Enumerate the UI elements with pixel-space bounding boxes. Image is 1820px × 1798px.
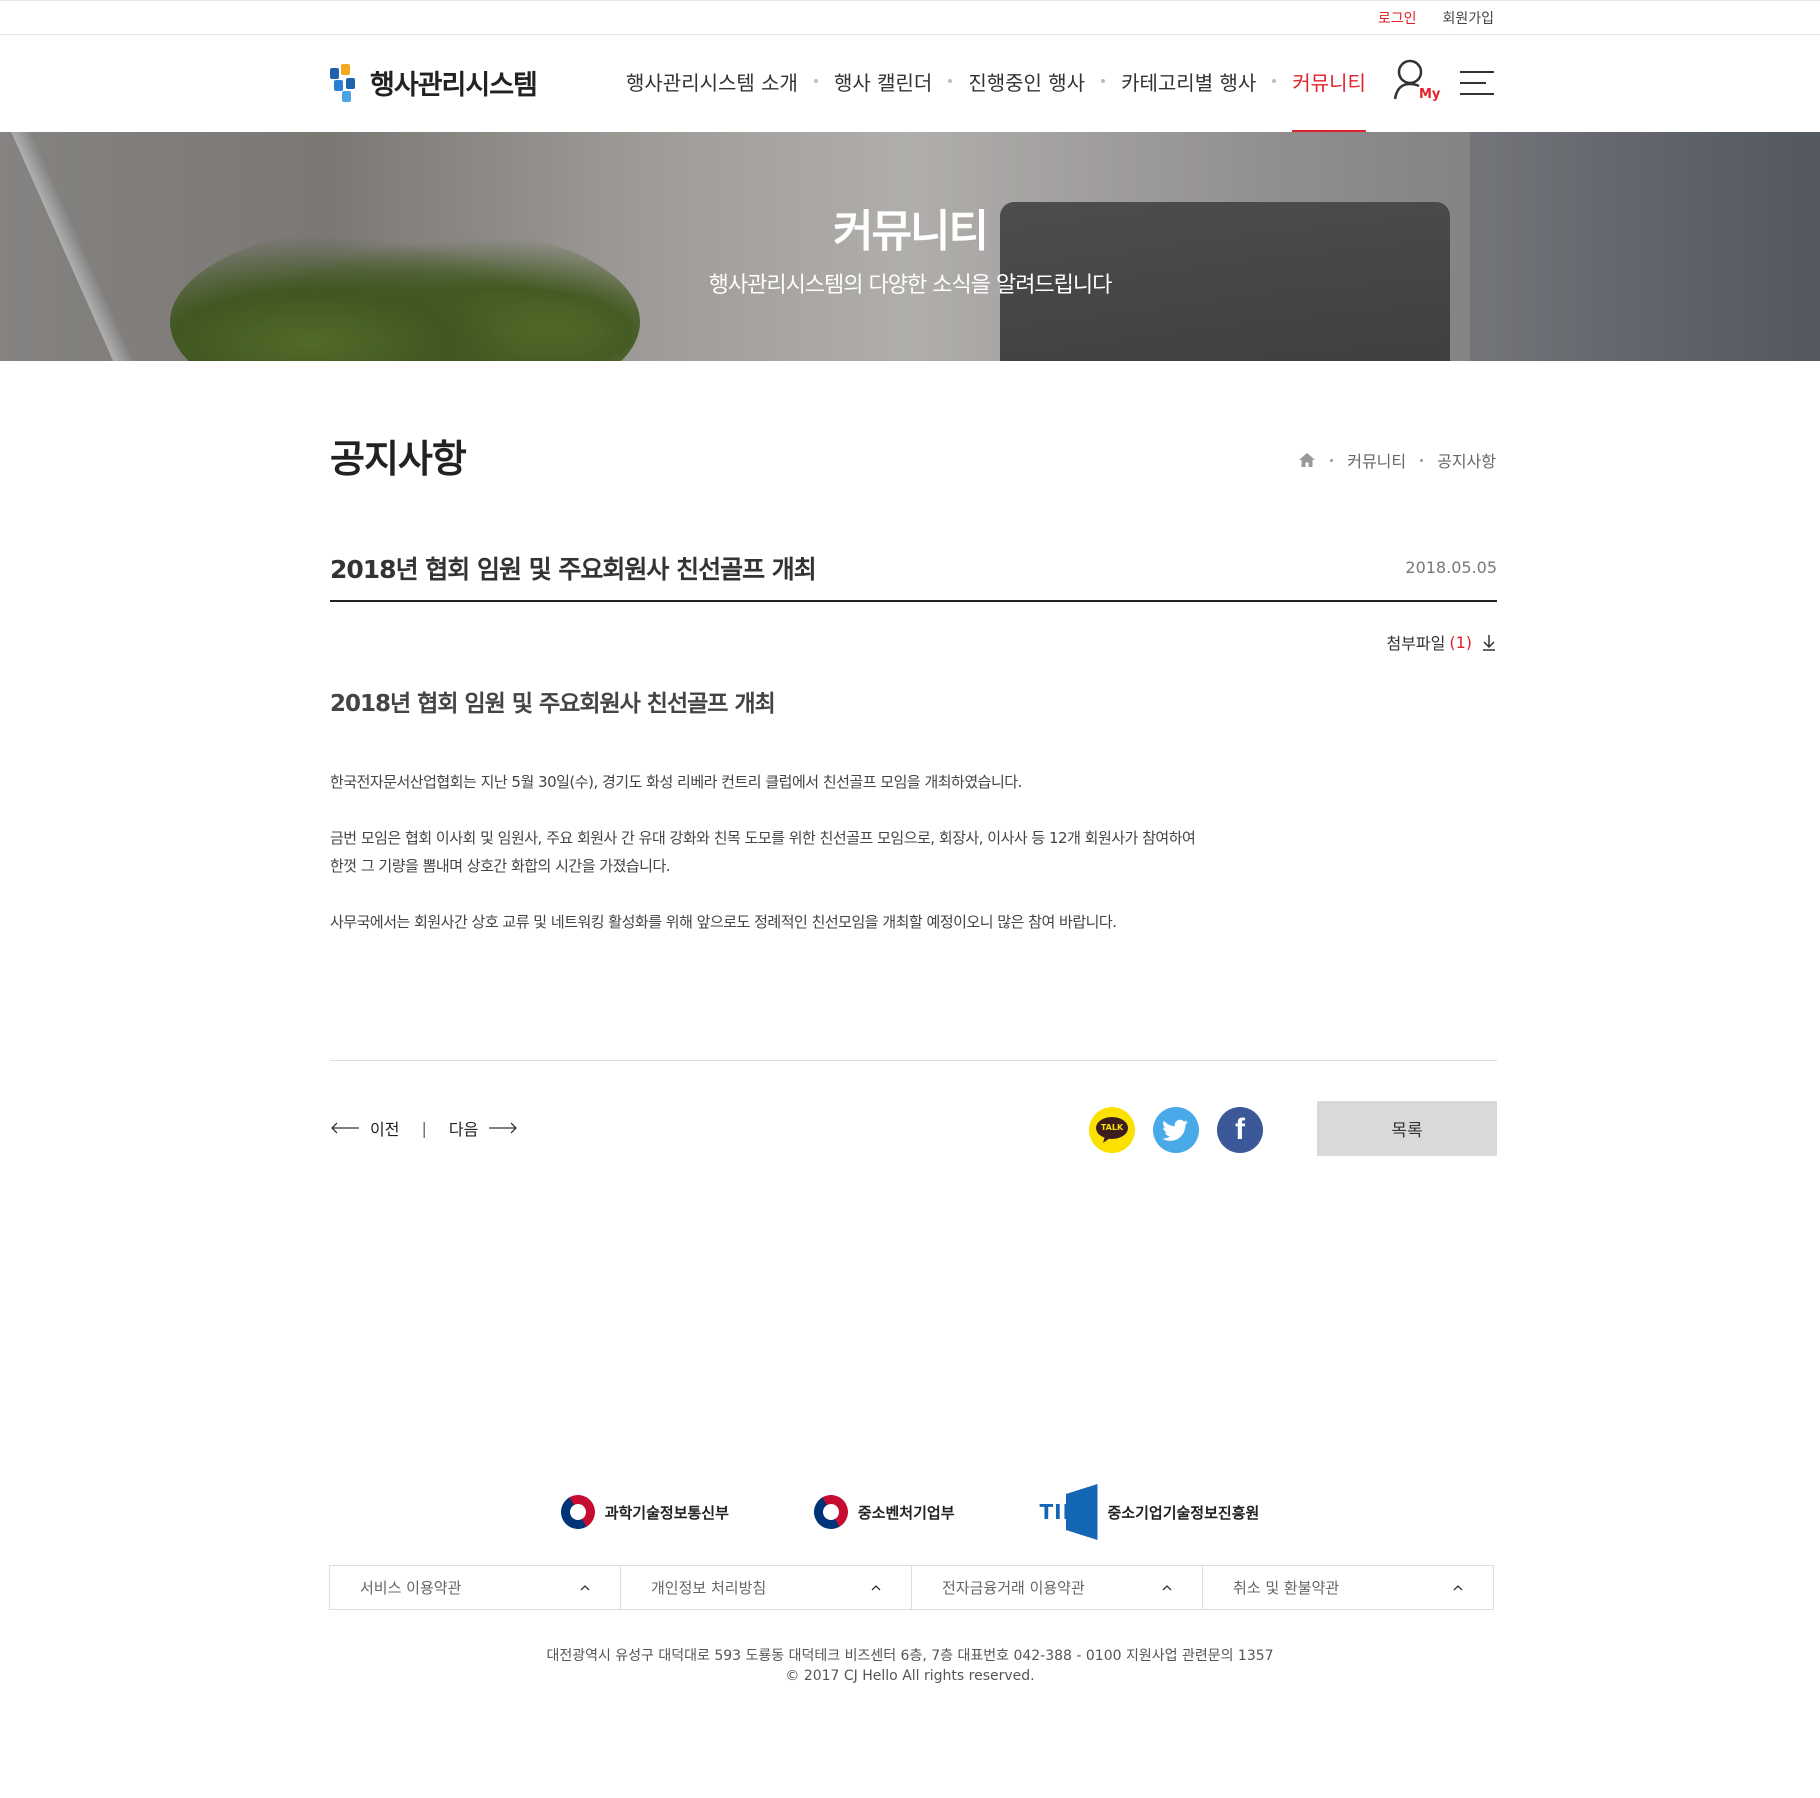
top-utility-bar: 로그인 회원가입 bbox=[0, 0, 1820, 35]
nav-separator bbox=[813, 79, 818, 83]
breadcrumb-item-notice[interactable]: 공지사항 bbox=[1437, 448, 1496, 472]
attachment-label: 첨부파일 bbox=[1386, 634, 1446, 653]
footer-address: 대전광역시 유성구 대덕대로 593 도룡동 대덕테크 비즈센터 6층, 7층 … bbox=[546, 1648, 1274, 1664]
breadcrumb-item-community[interactable]: 커뮤니티 bbox=[1347, 448, 1406, 472]
nav-separator bbox=[948, 79, 953, 83]
nav-separator bbox=[1101, 79, 1106, 83]
terms-finance-toggle[interactable]: 전자금융거래 이용약관 bbox=[912, 1566, 1203, 1609]
next-label: 다음 bbox=[448, 1120, 479, 1139]
utility-links: 로그인 회원가입 bbox=[1378, 8, 1494, 28]
twitter-share-button[interactable] bbox=[1153, 1107, 1199, 1153]
pager-separator: | bbox=[421, 1118, 427, 1138]
next-post-link[interactable]: 다음 bbox=[449, 1116, 518, 1140]
article-date: 2018.05.05 bbox=[1405, 558, 1497, 577]
hero-banner: 커뮤니티 행사관리시스템의 다양한 소식을 알려드립니다 bbox=[0, 132, 1820, 361]
arrow-right-icon bbox=[489, 1122, 518, 1134]
breadcrumb: 커뮤니티 공지사항 bbox=[1298, 448, 1496, 472]
my-label: My bbox=[1419, 87, 1441, 102]
hero-title: 커뮤니티 bbox=[833, 206, 989, 257]
site-logo[interactable]: 행사관리시스템 bbox=[330, 63, 538, 102]
nav-item-community[interactable]: 커뮤니티 bbox=[1292, 67, 1366, 132]
prev-label: 이전 bbox=[370, 1120, 400, 1139]
hero-subtitle: 행사관리시스템의 다양한 소식을 알려드립니다 bbox=[708, 273, 1113, 298]
menu-button[interactable] bbox=[1460, 71, 1494, 97]
article-divider bbox=[330, 1060, 1497, 1061]
terms-service-toggle[interactable]: 서비스 이용약관 bbox=[330, 1566, 621, 1609]
article-body: 한국전자문서산업협회는 지난 5월 30일(수), 경기도 화성 리베라 컨트리… bbox=[330, 768, 1230, 964]
site-header: 행사관리시스템 행사관리시스템 소개 행사 캘린더 진행중인 행사 카테고리별 … bbox=[0, 35, 1820, 132]
org-tipa[interactable]: TIPA 중소기업기술정보진흥원 bbox=[1040, 1484, 1260, 1540]
twitter-icon bbox=[1163, 1119, 1188, 1141]
hamburger-icon-line bbox=[1460, 82, 1486, 84]
article-subject: 2018년 협회 임원 및 주요회원사 친선골프 개최 bbox=[330, 691, 776, 717]
logo-mark-icon bbox=[330, 63, 362, 102]
org-mss[interactable]: 중소벤처기업부 bbox=[807, 1488, 955, 1536]
terms-refund-toggle[interactable]: 취소 및 환불약관 bbox=[1203, 1566, 1493, 1609]
org-name: 중소벤처기업부 bbox=[857, 1503, 955, 1522]
login-link[interactable]: 로그인 bbox=[1378, 8, 1417, 28]
attachment-count: (1) bbox=[1449, 632, 1472, 652]
nav-item-intro[interactable]: 행사관리시스템 소개 bbox=[626, 67, 798, 132]
kakao-label: TALK bbox=[1100, 1123, 1124, 1132]
terms-privacy-toggle[interactable]: 개인정보 처리방침 bbox=[621, 1566, 912, 1609]
arrow-left-icon bbox=[331, 1122, 359, 1134]
list-button[interactable]: 목록 bbox=[1317, 1101, 1497, 1156]
main-nav: 행사관리시스템 소개 행사 캘린더 진행중인 행사 카테고리별 행사 커뮤니티 bbox=[626, 67, 1366, 132]
post-pager: 이전 | 다음 bbox=[330, 1116, 518, 1140]
logo-text: 행사관리시스템 bbox=[370, 70, 538, 101]
article-paragraph: 한국전자문서산업협회는 지난 5월 30일(수), 경기도 화성 리베라 컨트리… bbox=[330, 773, 1022, 791]
footer-copyright: © 2017 CJ Hello All rights reserved. bbox=[785, 1668, 1035, 1684]
my-page-button[interactable]: My bbox=[1393, 59, 1441, 107]
prev-post-link[interactable]: 이전 bbox=[330, 1116, 399, 1140]
article-paragraph: 금번 모임은 협회 이사회 및 임원사, 주요 회원사 간 유대 강화와 친목 … bbox=[330, 829, 1196, 847]
facebook-share-button[interactable]: f bbox=[1217, 1107, 1263, 1153]
chevron-up-icon bbox=[1453, 1584, 1463, 1590]
chevron-up-icon bbox=[871, 1584, 881, 1590]
facebook-icon: f bbox=[1235, 1113, 1245, 1146]
download-icon bbox=[1483, 634, 1495, 651]
hamburger-icon-line bbox=[1460, 71, 1494, 73]
taegeuk-emblem-icon bbox=[807, 1488, 855, 1536]
share-buttons: TALK f bbox=[1089, 1107, 1263, 1153]
kakao-share-button[interactable]: TALK bbox=[1089, 1107, 1135, 1153]
home-icon[interactable] bbox=[1298, 452, 1316, 468]
article-paragraph: 한껏 그 기량을 뽐내며 상호간 화합의 시간을 가졌습니다. bbox=[330, 857, 671, 875]
footer-org-logos: 과학기술정보통신부 중소벤처기업부 TIPA 중소기업기술정보진흥원 bbox=[0, 1484, 1820, 1540]
org-name: 과학기술정보통신부 bbox=[604, 1503, 729, 1522]
nav-item-category[interactable]: 카테고리별 행사 bbox=[1121, 67, 1256, 132]
nav-item-calendar[interactable]: 행사 캘린더 bbox=[834, 67, 932, 132]
chevron-up-icon bbox=[580, 1584, 590, 1590]
footer-terms: 서비스 이용약관 개인정보 처리방침 전자금융거래 이용약관 취소 및 환불약관 bbox=[329, 1565, 1494, 1610]
nav-separator bbox=[1272, 79, 1277, 83]
article-header: 2018년 협회 임원 및 주요회원사 친선골프 개최 2018.05.05 bbox=[330, 550, 1497, 602]
chevron-up-icon bbox=[1162, 1584, 1172, 1590]
tipa-logo-icon: TIPA bbox=[1040, 1484, 1098, 1540]
org-msit[interactable]: 과학기술정보통신부 bbox=[554, 1488, 729, 1536]
hamburger-icon-line bbox=[1460, 93, 1494, 95]
taegeuk-emblem-icon bbox=[554, 1488, 601, 1536]
article-title: 2018년 협회 임원 및 주요회원사 친선골프 개최 bbox=[330, 555, 817, 584]
join-link[interactable]: 회원가입 bbox=[1442, 8, 1494, 28]
attachment-link[interactable]: 첨부파일 (1) bbox=[1386, 630, 1496, 654]
page-title: 공지사항 bbox=[330, 437, 467, 481]
nav-item-ongoing[interactable]: 진행중인 행사 bbox=[968, 67, 1085, 132]
article-paragraph: 사무국에서는 회원사간 상호 교류 및 네트워킹 활성화를 위해 앞으로도 정례… bbox=[330, 913, 1117, 931]
org-name: 중소기업기술정보진흥원 bbox=[1107, 1503, 1260, 1522]
